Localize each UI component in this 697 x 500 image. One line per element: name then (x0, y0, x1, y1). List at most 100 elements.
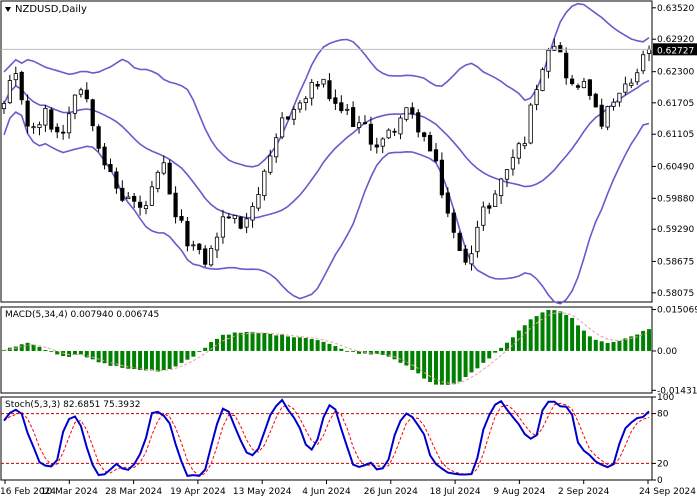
macd-histogram-bar (173, 350, 178, 367)
candle-body (37, 124, 42, 128)
candle-body (327, 80, 332, 100)
candle-body (244, 218, 249, 228)
macd-histogram-bar (203, 347, 208, 351)
candle-body (208, 247, 214, 266)
candle-body (593, 93, 598, 108)
candle-body (635, 72, 640, 83)
macd-histogram-bar (404, 350, 409, 366)
candle-body (120, 187, 125, 201)
macd-histogram-bar (43, 349, 48, 351)
candle-body (303, 98, 308, 104)
macd-histogram-bar (274, 335, 279, 351)
macd-histogram-bar (475, 350, 480, 369)
macd-histogram-bar (149, 350, 154, 371)
chart-stage: 0.635200.629200.623000.617050.611050.604… (0, 0, 697, 497)
macd-histogram-bar (546, 309, 551, 351)
stoch-main-line (3, 398, 650, 477)
candle-body (605, 106, 610, 128)
symbol-title: NZDUSD,Daily (15, 4, 87, 15)
macd-histogram-bar (291, 337, 296, 351)
candle-body (498, 178, 504, 197)
x-tick-label: 19 Apr 2024 (170, 487, 226, 497)
candle-body (274, 137, 279, 158)
candle-body (416, 112, 421, 133)
candle-body (66, 113, 72, 134)
candle-body (226, 216, 231, 219)
candle-body (439, 159, 445, 196)
candle-body (410, 107, 415, 115)
macd-histogram-bar (463, 350, 468, 378)
macd-histogram-bar (232, 332, 237, 351)
candle-body (333, 97, 338, 104)
macd-histogram-bar (143, 350, 148, 371)
macd-histogram-bar (540, 312, 545, 351)
candle-body (232, 215, 237, 219)
stoch-y-tick-label: 0 (657, 476, 663, 486)
macd-histogram-bar (286, 336, 291, 351)
main-y-tick-label: 0.63520 (657, 4, 694, 14)
macd-histogram-bar (339, 348, 344, 351)
main-y-tick-label: 0.58075 (657, 289, 694, 299)
candle-body (96, 126, 101, 149)
x-tick-label: 13 May 2024 (233, 487, 292, 497)
macd-histogram-bar (262, 332, 267, 351)
macd-histogram-bar (564, 314, 569, 351)
candle-body (534, 89, 539, 106)
macd-histogram-bar (333, 346, 338, 351)
candle-body (7, 80, 12, 104)
candle-body (1, 103, 7, 110)
candle-body (457, 232, 462, 251)
candle-body (540, 69, 545, 91)
candle-body (13, 73, 18, 81)
candle-body (522, 143, 527, 147)
candle-body (185, 220, 190, 247)
candle-body (173, 192, 178, 218)
candle-body (137, 201, 143, 208)
x-tick-label: 9 Aug 2024 (493, 487, 545, 497)
macd-histogram-bar (428, 350, 433, 383)
candle-body (641, 54, 646, 72)
macd-histogram-bar (25, 342, 30, 351)
candle-body (575, 85, 581, 88)
bollinger-middle-band (3, 79, 650, 219)
candle-body (285, 116, 291, 120)
bollinger-upper-band (3, 2, 650, 168)
main-y-tick-label: 0.58675 (657, 257, 694, 267)
macd-histogram-bar (303, 337, 308, 351)
macd-histogram-bar (581, 330, 586, 351)
candle-body (84, 89, 89, 100)
macd-histogram-bar (250, 331, 255, 351)
candle-body (149, 186, 155, 206)
candle-body (114, 171, 119, 189)
candle-body (374, 144, 379, 148)
candle-body (599, 104, 604, 127)
candle-body (623, 83, 628, 93)
macd-histogram-bar (197, 350, 202, 352)
candle-body (49, 109, 54, 130)
candle-body (386, 129, 391, 139)
macd-histogram-bar (623, 338, 628, 351)
candle-body (291, 109, 297, 120)
macd-histogram-bar (268, 333, 273, 351)
candle-body (315, 83, 320, 87)
candle-body (339, 102, 344, 112)
macd-histogram-bar (244, 331, 249, 351)
x-tick-label: 24 Sep 2024 (639, 487, 696, 497)
candle-body (356, 122, 362, 128)
macd-histogram-bar (528, 319, 533, 351)
macd-histogram-bar (647, 329, 652, 351)
macd-histogram-bar (499, 347, 504, 351)
main-y-tick-label: 0.59880 (657, 194, 694, 204)
macd-histogram-bar (445, 350, 450, 385)
stoch-y-tick-label: 20 (657, 459, 669, 469)
candle-body (587, 79, 592, 96)
macd-histogram-bar (457, 350, 462, 382)
candle-body (250, 206, 255, 221)
candle-body (469, 253, 474, 265)
candle-body (558, 45, 563, 53)
candle-body (398, 117, 403, 135)
x-tick-label: 2 Sep 2024 (558, 487, 610, 497)
candle-body (220, 216, 226, 238)
candle-body (297, 102, 302, 110)
macd-histogram-bar (167, 350, 172, 369)
